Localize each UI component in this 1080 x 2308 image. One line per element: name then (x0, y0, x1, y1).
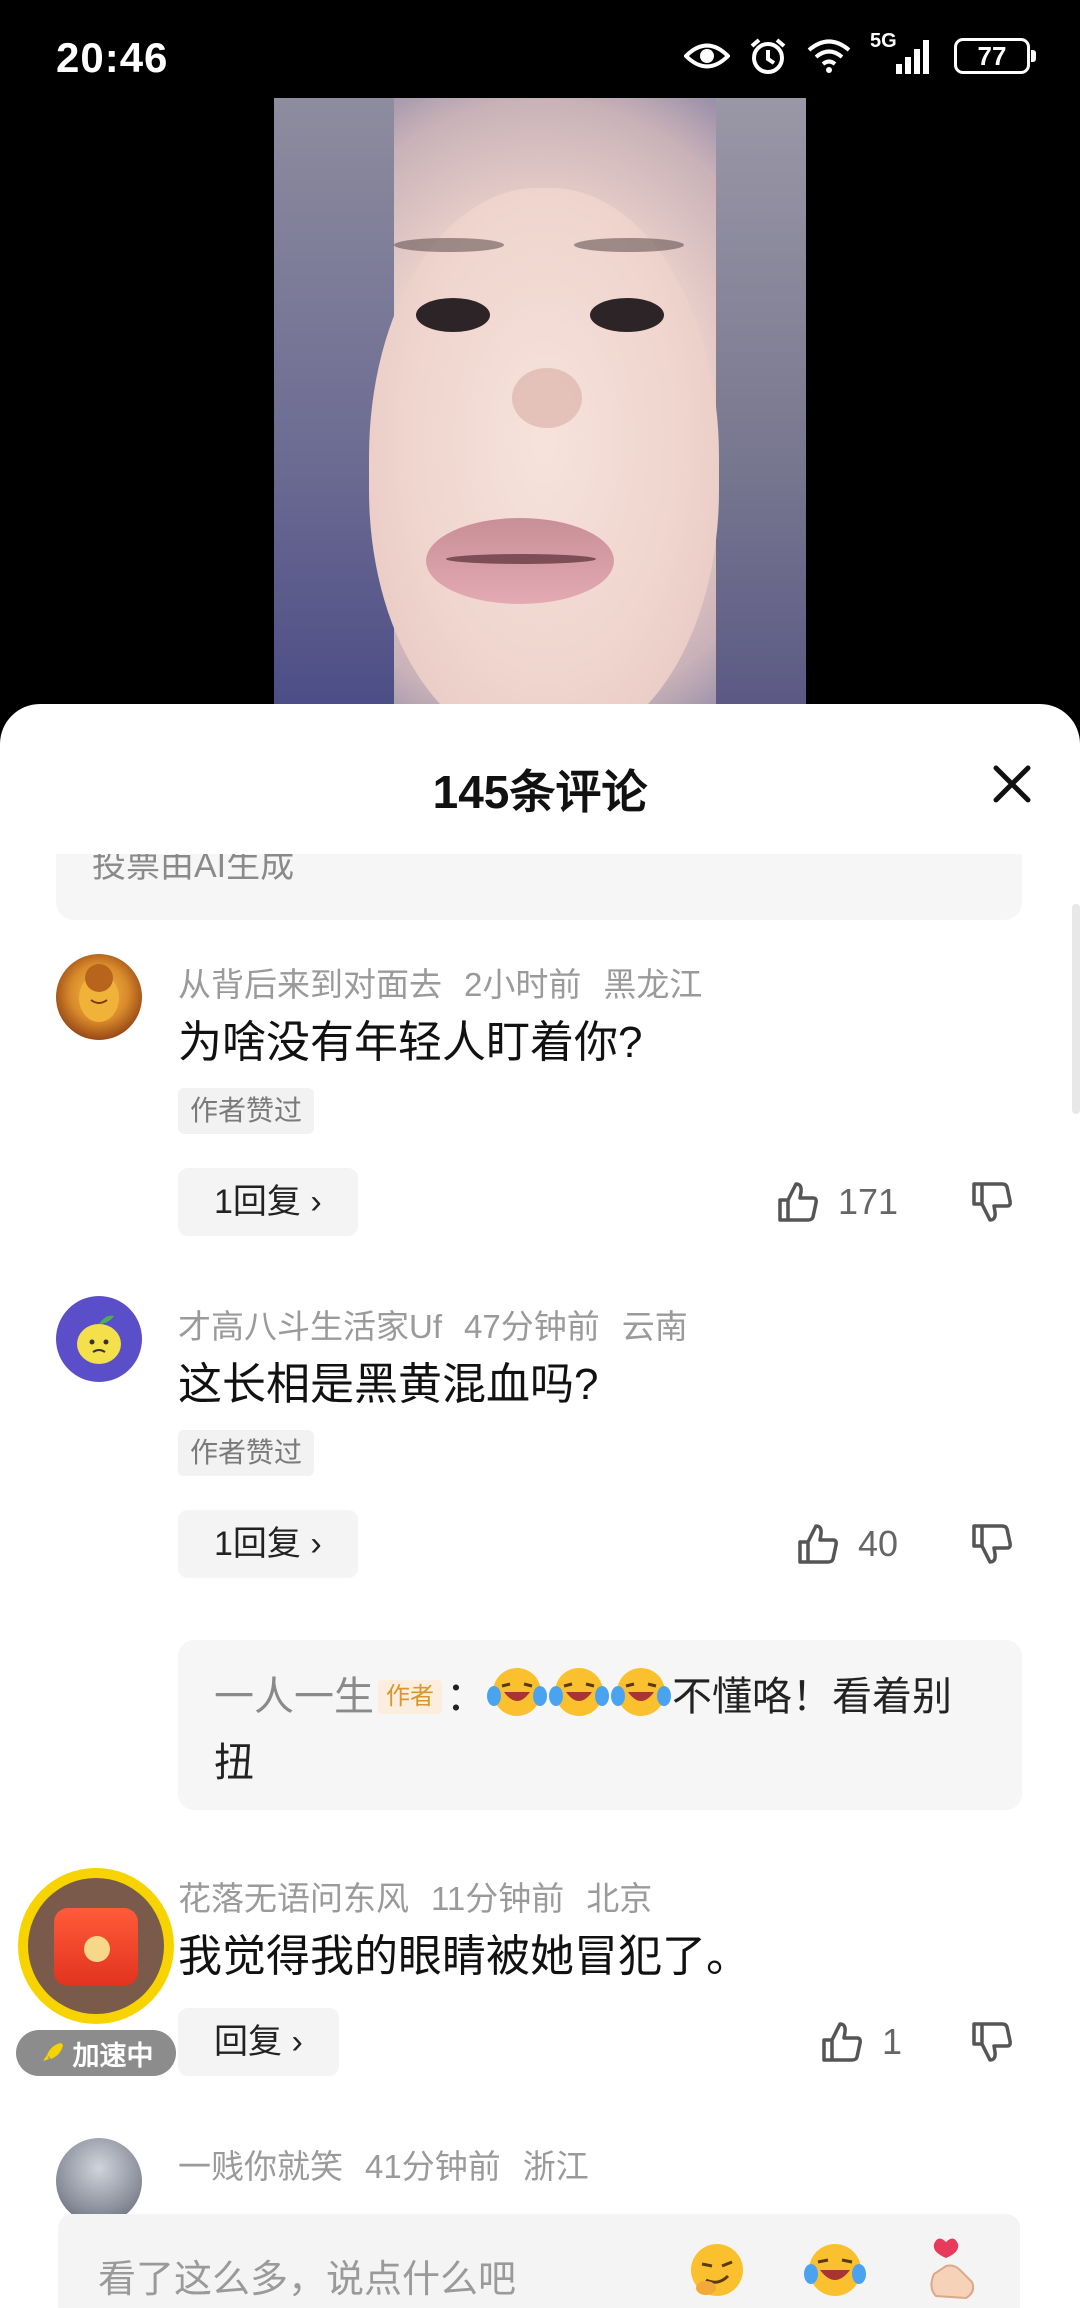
sub-reply[interactable]: 一人一生 作者：不懂咯！看着别扭 (178, 1640, 1022, 1810)
sub-reply-separator: ： (446, 1675, 486, 1719)
thumbs-down-icon[interactable] (970, 1180, 1014, 1224)
comment-location: 北京 (586, 1880, 653, 1917)
comment-username[interactable]: 花落无语问东风 (178, 1880, 409, 1917)
comment-time: 2小时前 (464, 966, 582, 1003)
author-liked-tag: 作者赞过 (178, 1430, 315, 1476)
signal-icon: 5G (870, 30, 936, 76)
laugh-cry-emoji-icon (487, 1668, 547, 1716)
video-eye-right (590, 298, 664, 332)
comment-input-placeholder[interactable]: 看了这么多，说点什么吧 (98, 2248, 516, 2303)
video-mouth (426, 518, 614, 604)
video-preview[interactable] (274, 98, 806, 718)
avatar[interactable] (56, 2138, 142, 2216)
comment-meta: 花落无语问东风 11分钟前 北京 (178, 1872, 674, 1920)
rocket-icon (42, 2043, 63, 2061)
ai-summary-text: 投票由AI生成 (92, 854, 295, 885)
laugh-cry-emoji-icon[interactable] (802, 2236, 868, 2302)
thumbs-up-icon (822, 2022, 862, 2062)
comment-meta: 才高八斗生活家Uf 47分钟前 云南 (178, 1300, 710, 1348)
comment-location: 浙江 (522, 2148, 589, 2185)
comment-username[interactable]: 从背后来到对面去 (178, 966, 442, 1003)
like-count: 171 (838, 1181, 899, 1222)
comment-location: 黑龙江 (603, 966, 703, 1003)
thumbs-down-icon[interactable] (970, 1522, 1014, 1566)
like-count: 1 (882, 2021, 903, 2062)
view-replies-button[interactable]: 1回复 › (178, 1510, 358, 1578)
comment-item: 一贱你就笑 41分钟前 浙江 (0, 2136, 1080, 2216)
avatar[interactable] (56, 1296, 142, 1382)
status-bar: 20:46 5G 77 (0, 0, 1080, 100)
wifi-icon (807, 39, 851, 73)
comment-meta: 从背后来到对面去 2小时前 黑龙江 (178, 958, 724, 1006)
scrollbar[interactable] (1072, 904, 1080, 1114)
video-brow-right (574, 238, 684, 252)
finger-heart-icon[interactable] (920, 2236, 986, 2302)
accelerating-badge: 加速中 (16, 2030, 176, 2076)
comment-text[interactable]: 这长相是黑黄混血吗? (178, 1348, 598, 1412)
eye-icon (684, 43, 730, 69)
close-icon[interactable] (984, 756, 1040, 812)
thumbs-up-icon (778, 1182, 818, 1222)
battery-indicator: 77 (954, 38, 1036, 74)
status-time: 20:46 (56, 34, 169, 81)
like-button[interactable]: 1 (820, 2020, 902, 2064)
accelerating-label: 加速中 (72, 2040, 154, 2071)
author-badge: 作者 (378, 1680, 442, 1714)
thumbs-down-icon[interactable] (970, 2020, 1014, 2064)
video-face (369, 188, 719, 718)
buddha-avatar-icon (79, 964, 119, 1022)
comment-time: 47分钟前 (464, 1308, 600, 1345)
smirk-emoji-icon[interactable] (684, 2236, 750, 2302)
avatar[interactable] (56, 954, 142, 1040)
author-liked-tag: 作者赞过 (178, 1088, 315, 1134)
laugh-cry-emoji-icon (549, 1668, 609, 1716)
video-nose (512, 368, 582, 428)
comment-meta: 一贱你就笑 41分钟前 浙江 (178, 2140, 611, 2188)
video-eye-left (416, 298, 490, 332)
sub-reply-username[interactable]: 一人一生 (214, 1675, 374, 1719)
video-hair-right (716, 98, 806, 718)
status-icons: 5G 77 (684, 30, 1036, 76)
like-button[interactable]: 40 (796, 1522, 898, 1566)
comment-username[interactable]: 一贱你就笑 (178, 2148, 343, 2185)
ai-summary-card: 投票由AI生成 (56, 854, 1022, 920)
thumbs-up-icon (798, 1524, 838, 1564)
envelope-inner (28, 1878, 164, 2014)
comment-text[interactable]: 为啥没有年轻人盯着你? (178, 1006, 642, 1070)
sheet-header: 145条评论 (0, 704, 1080, 854)
comment-username[interactable]: 才高八斗生活家Uf (178, 1308, 442, 1345)
comments-title: 145条评论 (432, 766, 648, 818)
red-envelope-float[interactable]: 加速中 (16, 1868, 176, 2078)
comment-text[interactable]: 我觉得我的眼睛被她冒犯了。 (178, 1920, 750, 1984)
comment-location: 云南 (621, 1308, 688, 1345)
envelope-knot (84, 1936, 110, 1962)
alarm-icon (750, 38, 786, 74)
view-replies-button[interactable]: 回复 › (178, 2008, 339, 2076)
like-count: 40 (858, 1523, 899, 1564)
video-brow-left (394, 238, 504, 252)
comment-input-bar[interactable]: 看了这么多，说点什么吧 (58, 2214, 1020, 2308)
laugh-cry-emoji-icon (611, 1668, 671, 1716)
lemon-avatar-icon (77, 1315, 121, 1364)
like-button[interactable]: 171 (776, 1180, 898, 1224)
view-replies-button[interactable]: 1回复 › (178, 1168, 358, 1236)
comment-time: 41分钟前 (365, 2148, 501, 2185)
comment-time: 11分钟前 (431, 1880, 565, 1917)
